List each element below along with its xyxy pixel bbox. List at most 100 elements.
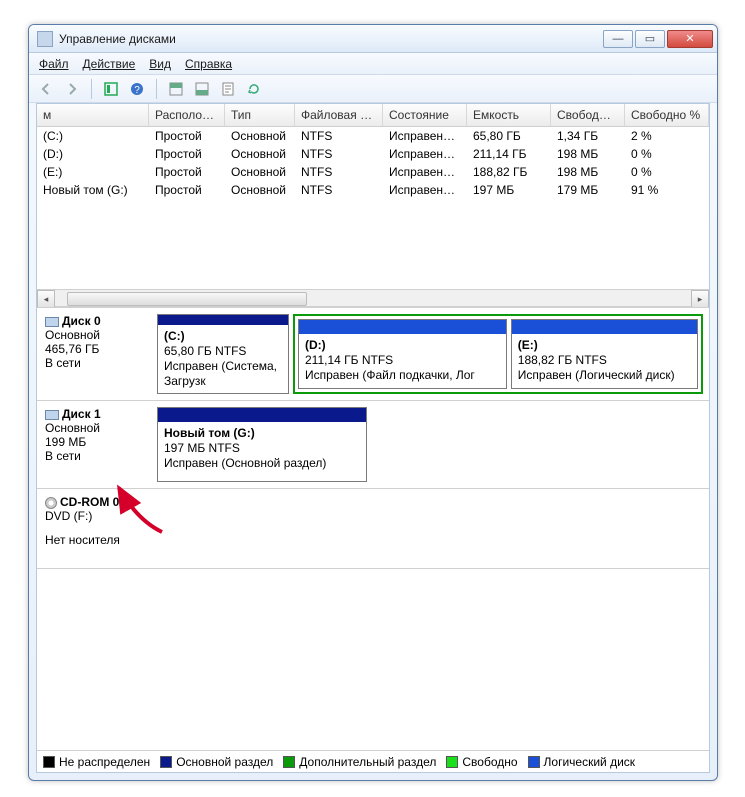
disk-row-0[interactable]: Диск 0 Основной 465,76 ГБ В сети (C:) 65… (37, 307, 709, 401)
legend-unallocated: Не распределен (43, 755, 150, 769)
menu-file[interactable]: Файл (39, 57, 69, 71)
back-button[interactable] (35, 78, 57, 100)
scroll-thumb[interactable] (67, 292, 307, 306)
cell-freepct: 0 % (625, 163, 709, 181)
partition-size: 65,80 ГБ NTFS (164, 344, 246, 358)
col-free[interactable]: Свобод… (551, 104, 625, 126)
scroll-right-button[interactable]: ▸ (691, 290, 709, 308)
cell-type: Основной (225, 181, 295, 199)
partition-size: 197 МБ NTFS (164, 441, 240, 455)
cell-free: 198 МБ (551, 163, 625, 181)
maximize-button[interactable]: ▭ (635, 30, 665, 48)
cell-type: Основной (225, 145, 295, 163)
show-hide-tree-button[interactable] (100, 78, 122, 100)
help-button[interactable]: ? (126, 78, 148, 100)
volume-row[interactable]: (E:) Простой Основной NTFS Исправен… 188… (37, 163, 709, 181)
view-top-button[interactable] (165, 78, 187, 100)
col-volume[interactable]: м (37, 104, 149, 126)
cell-status: Исправен… (383, 145, 467, 163)
partition-status: Исправен (Система, Загрузк (164, 359, 277, 388)
cell-volume: (E:) (37, 163, 149, 181)
col-layout[interactable]: Располо… (149, 104, 225, 126)
partition-status: Исправен (Основной раздел) (164, 456, 326, 470)
menu-view[interactable]: Вид (149, 57, 171, 71)
partition-header (299, 320, 506, 334)
menubar: Файл Действие Вид Справка (29, 53, 717, 75)
disk-row-cdrom[interactable]: CD-ROM 0 DVD (F:) Нет носителя (37, 489, 709, 569)
refresh-button[interactable] (243, 78, 265, 100)
col-type[interactable]: Тип (225, 104, 295, 126)
forward-button[interactable] (61, 78, 83, 100)
legend-extended: Дополнительный раздел (283, 755, 436, 769)
cell-status: Исправен… (383, 163, 467, 181)
disk-info: Диск 1 Основной 199 МБ В сети (37, 401, 151, 488)
close-button[interactable]: ✕ (667, 30, 713, 48)
col-freepct[interactable]: Свободно % (625, 104, 709, 126)
toolbar: ? (29, 75, 717, 103)
properties-button[interactable] (217, 78, 239, 100)
cell-volume: Новый том (G:) (37, 181, 149, 199)
disk-graphical-view: Диск 0 Основной 465,76 ГБ В сети (C:) 65… (37, 307, 709, 750)
menu-help[interactable]: Справка (185, 57, 232, 71)
volume-row[interactable]: Новый том (G:) Простой Основной NTFS Исп… (37, 181, 709, 199)
disk-name: CD-ROM 0 (60, 495, 119, 509)
cell-layout: Простой (149, 181, 225, 199)
cell-status: Исправен… (383, 181, 467, 199)
partition-header (158, 315, 288, 325)
minimize-button[interactable]: — (603, 30, 633, 48)
disk-type: Основной (45, 328, 143, 342)
disk-type: Основной (45, 421, 143, 435)
cell-capacity: 65,80 ГБ (467, 127, 551, 145)
partition-g[interactable]: Новый том (G:) 197 МБ NTFS Исправен (Осн… (157, 407, 367, 482)
partition-size: 188,82 ГБ NTFS (518, 353, 607, 367)
cell-capacity: 197 МБ (467, 181, 551, 199)
horizontal-scrollbar[interactable]: ◂ ▸ (37, 289, 709, 307)
disk-size: 199 МБ (45, 435, 143, 449)
legend-primary: Основной раздел (160, 755, 273, 769)
cell-layout: Простой (149, 145, 225, 163)
titlebar[interactable]: Управление дисками — ▭ ✕ (29, 25, 717, 53)
col-capacity[interactable]: Емкость (467, 104, 551, 126)
cell-volume: (D:) (37, 145, 149, 163)
window-title: Управление дисками (59, 32, 603, 46)
disk-size: 465,76 ГБ (45, 342, 143, 356)
volume-list: (C:) Простой Основной NTFS Исправен… 65,… (37, 127, 709, 199)
partition-header (158, 408, 366, 422)
disk-state: Нет носителя (45, 533, 143, 547)
view-bottom-button[interactable] (191, 78, 213, 100)
scroll-left-button[interactable]: ◂ (37, 290, 55, 308)
volume-list-header: м Располо… Тип Файловая с… Состояние Емк… (37, 104, 709, 127)
disk-info: Диск 0 Основной 465,76 ГБ В сети (37, 308, 151, 400)
menu-action[interactable]: Действие (83, 57, 136, 71)
partition-status: Исправен (Файл подкачки, Лог (305, 368, 475, 382)
cell-free: 179 МБ (551, 181, 625, 199)
disk-management-window: Управление дисками — ▭ ✕ Файл Действие В… (28, 24, 718, 781)
partition-e[interactable]: (E:) 188,82 ГБ NTFS Исправен (Логический… (511, 319, 698, 389)
partition-d[interactable]: (D:) 211,14 ГБ NTFS Исправен (Файл подка… (298, 319, 507, 389)
cell-layout: Простой (149, 127, 225, 145)
partition-c[interactable]: (C:) 65,80 ГБ NTFS Исправен (Система, За… (157, 314, 289, 394)
partition-label: (D:) (305, 338, 326, 352)
partition-label: Новый том (G:) (164, 426, 255, 440)
cdrom-icon (45, 497, 57, 509)
volume-row[interactable]: (D:) Простой Основной NTFS Исправен… 211… (37, 145, 709, 163)
cell-type: Основной (225, 163, 295, 181)
cell-fs: NTFS (295, 127, 383, 145)
cell-volume: (C:) (37, 127, 149, 145)
disk-state: В сети (45, 356, 143, 370)
col-fs[interactable]: Файловая с… (295, 104, 383, 126)
cell-fs: NTFS (295, 181, 383, 199)
partition-size: 211,14 ГБ NTFS (305, 353, 393, 367)
cell-type: Основной (225, 127, 295, 145)
cell-freepct: 91 % (625, 181, 709, 199)
disk-row-1[interactable]: Диск 1 Основной 199 МБ В сети Новый том … (37, 401, 709, 489)
legend-free: Свободно (446, 755, 517, 769)
volume-row[interactable]: (C:) Простой Основной NTFS Исправен… 65,… (37, 127, 709, 145)
app-icon (37, 31, 53, 47)
cell-freepct: 0 % (625, 145, 709, 163)
col-status[interactable]: Состояние (383, 104, 467, 126)
content-pane: м Располо… Тип Файловая с… Состояние Емк… (36, 103, 710, 773)
disk-icon (45, 410, 59, 420)
cell-capacity: 188,82 ГБ (467, 163, 551, 181)
cell-layout: Простой (149, 163, 225, 181)
